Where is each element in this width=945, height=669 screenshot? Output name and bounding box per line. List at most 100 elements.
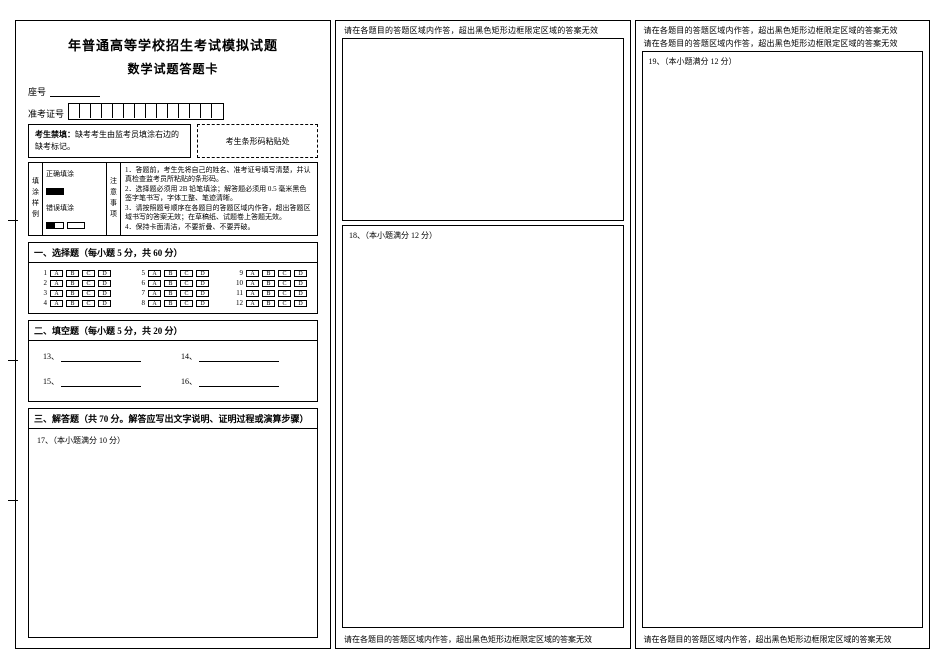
barcode-label: 考生条形码粘贴处	[226, 136, 290, 147]
bubble-wrong-icon	[67, 222, 85, 229]
bubble-C[interactable]: C	[180, 300, 193, 307]
bubble-C[interactable]: C	[278, 280, 291, 287]
bubble-B[interactable]: B	[66, 290, 79, 297]
blank-14: 14、	[181, 351, 279, 362]
fillblank-grid-2: 15、 16、	[29, 376, 317, 401]
exam-no-label: 准考证号	[28, 103, 64, 120]
bubble-D[interactable]: D	[294, 280, 307, 287]
bubble-D[interactable]: D	[98, 270, 111, 277]
bubble-B[interactable]: B	[164, 300, 177, 307]
q17-continued-box[interactable]	[342, 38, 624, 221]
bubble-D[interactable]: D	[294, 270, 307, 277]
bubble-A[interactable]: A	[50, 270, 63, 277]
mcq-group-1: 1ABCD 2ABCD 3ABCD 4ABCD	[39, 269, 111, 307]
warning-top-2: 请在各题目的答题区域内作答，超出黑色矩形边框限定区域的答案无效	[636, 38, 930, 51]
column-1: 年普通高等学校招生考试模拟试题 数学试题答题卡 座号 准考证号 考生禁填：缺考考…	[15, 20, 331, 649]
proctor-notice-box: 考生禁填：缺考考生由监考员填涂右边的缺考标记。	[28, 124, 191, 158]
bubble-C[interactable]: C	[82, 290, 95, 297]
bubble-C[interactable]: C	[180, 280, 193, 287]
q18-box[interactable]: 18、（本小题满分 12 分）	[342, 225, 624, 628]
blank-input[interactable]	[61, 352, 141, 362]
warning-top: 请在各题目的答题区域内作答，超出黑色矩形边框限定区域的答案无效	[636, 21, 930, 38]
bubble-D[interactable]: D	[196, 290, 209, 297]
bubble-C[interactable]: C	[278, 300, 291, 307]
warning-bottom: 请在各题目的答题区域内作答，超出黑色矩形边框限定区域的答案无效	[636, 632, 930, 648]
bubble-D[interactable]: D	[294, 300, 307, 307]
bubble-B[interactable]: B	[66, 280, 79, 287]
bubble-D[interactable]: D	[196, 300, 209, 307]
bubble-B[interactable]: B	[164, 280, 177, 287]
bubble-correct-icon	[46, 188, 64, 195]
bubble-D[interactable]: D	[98, 300, 111, 307]
seat-input-line[interactable]	[50, 87, 100, 97]
qnum: 12	[235, 299, 243, 307]
title-line-2: 数学试题答题卡	[26, 60, 320, 77]
rule-line: 2．选择题必须用 2B 铅笔填涂；解答题必须用 0.5 毫米黑色签字笔书写，字体…	[125, 185, 313, 204]
correct-fill-label: 正确填涂	[46, 169, 74, 179]
bubble-B[interactable]: B	[164, 270, 177, 277]
fillblank-heading: 二、填空题（每小题 5 分，共 20 分）	[29, 321, 317, 341]
q17-area[interactable]: 17、（本小题满分 10 分）	[29, 429, 317, 637]
bubble-C[interactable]: C	[82, 300, 95, 307]
q19-box[interactable]: 19、（本小题满分 12 分）	[642, 51, 924, 628]
bubble-B[interactable]: B	[66, 270, 79, 277]
blank-label: 15、	[43, 376, 59, 387]
bubble-B[interactable]: B	[262, 270, 275, 277]
section-fillblank: 二、填空题（每小题 5 分，共 20 分） 13、 14、 15、 16、	[28, 320, 318, 402]
bubble-D[interactable]: D	[98, 290, 111, 297]
blank-label: 13、	[43, 351, 59, 362]
bubble-B[interactable]: B	[164, 290, 177, 297]
qnum: 5	[137, 269, 145, 277]
rule-line: 3．请按照题号顺序在各题目的答题区域内作答，超出答题区域书写的答案无效；在草稿纸…	[125, 204, 313, 223]
bubble-D[interactable]: D	[196, 270, 209, 277]
bubble-C[interactable]: C	[82, 270, 95, 277]
qnum: 9	[235, 269, 243, 277]
essay-heading: 三、解答题（共 70 分。解答应写出文字说明、证明过程或演算步骤）	[29, 409, 317, 429]
qnum: 6	[137, 279, 145, 287]
attention-vlabel: 注意事项	[107, 163, 121, 235]
bubble-A[interactable]: A	[148, 290, 161, 297]
sheet-header: 年普通高等学校招生考试模拟试题 数学试题答题卡	[16, 21, 330, 83]
bubble-C[interactable]: C	[180, 290, 193, 297]
qnum: 4	[39, 299, 47, 307]
bubble-wrong-icon	[46, 222, 64, 229]
qnum: 7	[137, 289, 145, 297]
bubble-A[interactable]: A	[246, 300, 259, 307]
bubble-C[interactable]: C	[180, 270, 193, 277]
blank-16: 16、	[181, 376, 279, 387]
bubble-A[interactable]: A	[50, 300, 63, 307]
bubble-A[interactable]: A	[148, 300, 161, 307]
bubble-D[interactable]: D	[294, 290, 307, 297]
bubble-C[interactable]: C	[82, 280, 95, 287]
bubble-A[interactable]: A	[246, 290, 259, 297]
blank-13: 13、	[43, 351, 141, 362]
notice-barcode-row: 考生禁填：缺考考生由监考员填涂右边的缺考标记。 考生条形码粘贴处	[16, 124, 330, 162]
bubble-D[interactable]: D	[196, 280, 209, 287]
qnum: 11	[235, 289, 243, 297]
bubble-B[interactable]: B	[262, 280, 275, 287]
bubble-C[interactable]: C	[278, 270, 291, 277]
qnum: 10	[235, 279, 243, 287]
bubble-D[interactable]: D	[98, 280, 111, 287]
bubble-A[interactable]: A	[246, 280, 259, 287]
bubble-A[interactable]: A	[246, 270, 259, 277]
bubble-A[interactable]: A	[50, 280, 63, 287]
barcode-placeholder: 考生条形码粘贴处	[197, 124, 318, 158]
bubble-A[interactable]: A	[148, 280, 161, 287]
blank-input[interactable]	[199, 352, 279, 362]
exam-no-boxes[interactable]	[68, 103, 224, 120]
fill-example-wrap: 填涂样例 正确填涂 错误填涂	[29, 163, 107, 235]
wrong-fill-label: 错误填涂	[46, 203, 74, 213]
bubble-A[interactable]: A	[50, 290, 63, 297]
bubble-B[interactable]: B	[262, 300, 275, 307]
attention-rules: 1．答题前，考生先将自己的姓名、准考证号填写清楚，并认真检查监考员所粘贴的条形码…	[121, 163, 317, 235]
bubble-A[interactable]: A	[148, 270, 161, 277]
bubble-B[interactable]: B	[66, 300, 79, 307]
warning-bottom: 请在各题目的答题区域内作答，超出黑色矩形边框限定区域的答案无效	[336, 632, 630, 648]
blank-input[interactable]	[61, 377, 141, 387]
answer-sheet-page: 年普通高等学校招生考试模拟试题 数学试题答题卡 座号 准考证号 考生禁填：缺考考…	[0, 0, 945, 669]
bubble-B[interactable]: B	[262, 290, 275, 297]
bubble-C[interactable]: C	[278, 290, 291, 297]
blank-input[interactable]	[199, 377, 279, 387]
exam-number-row: 准考证号	[16, 100, 330, 124]
